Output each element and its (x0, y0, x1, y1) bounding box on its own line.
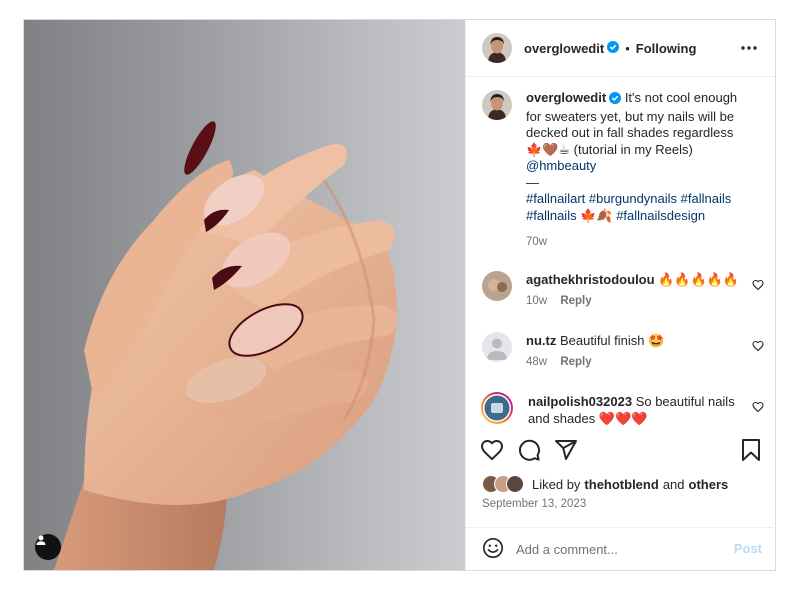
comment-text: 🔥🔥🔥🔥🔥 (658, 272, 740, 287)
post-comment-button[interactable]: Post (734, 541, 762, 556)
caption-author-username[interactable]: overglowedit (526, 90, 606, 105)
emoji-icon (483, 537, 503, 558)
post-header: overglowedit • Following (466, 20, 775, 77)
author-username[interactable]: overglowedit (524, 41, 604, 56)
comment-input[interactable] (516, 541, 726, 557)
commenter-avatar[interactable] (482, 271, 512, 301)
share-icon (555, 440, 577, 460)
user-tag-button[interactable] (35, 534, 61, 560)
like-button[interactable] (479, 437, 505, 463)
share-button[interactable] (553, 437, 579, 463)
caption-mention-link[interactable]: @hmbeauty (526, 158, 744, 175)
likes-joiner: and (662, 476, 685, 492)
commenter-avatar-story-ring[interactable] (480, 391, 514, 425)
comment-item: nailpolish032023 So beautiful nails and … (480, 391, 766, 427)
heart-icon (752, 401, 764, 413)
caption-hashtags-line2b[interactable]: #fallnailsdesign (616, 208, 705, 223)
comment-age[interactable]: 48w (526, 356, 547, 368)
comment-button[interactable] (516, 437, 542, 463)
comment-username[interactable]: nu.tz (526, 333, 556, 348)
likes-prefix: Liked by (532, 476, 581, 492)
bookmark-icon (742, 439, 760, 461)
action-bar (466, 433, 776, 473)
liked-by-user-link[interactable]: thehotblend (584, 477, 658, 492)
instagram-post: overglowedit • Following overglowedit It… (23, 19, 776, 571)
emoji-button[interactable] (482, 537, 504, 562)
verified-badge-icon (607, 40, 620, 56)
hand-with-nails-photo (54, 121, 398, 570)
comment-body: agathekhristodoulou 🔥🔥🔥🔥🔥 10w Reply (526, 271, 748, 310)
add-comment-bar: Post (466, 527, 776, 570)
heart-icon (480, 439, 504, 461)
comment-body: nailpolish032023 So beautiful nails and … (528, 393, 750, 427)
caption-hashtags-line2a[interactable]: #fallnails 🍁🍂 (526, 208, 613, 223)
liker-avatar (506, 475, 524, 493)
likes-others-link[interactable]: others (689, 477, 729, 492)
more-options-button[interactable] (739, 38, 759, 58)
comment-like-button[interactable] (752, 401, 764, 416)
comment-like-button[interactable] (752, 340, 764, 355)
liker-avatars[interactable] (482, 475, 524, 493)
comment-age[interactable]: 10w (526, 295, 547, 307)
reply-button[interactable]: Reply (560, 356, 591, 368)
following-button[interactable]: Following (636, 41, 697, 56)
caption-hashtags-line1[interactable]: #fallnailart #burgundynails #fallnails (526, 191, 744, 208)
comment-username[interactable]: nailpolish032023 (528, 394, 632, 409)
caption: overglowedit It's not cool enough for sw… (482, 90, 760, 251)
comment-text: Beautiful finish 🤩 (559, 333, 665, 348)
save-button[interactable] (738, 437, 764, 463)
user-tag-icon (36, 535, 46, 545)
caption-divider: — (526, 174, 539, 190)
post-date[interactable]: September 13, 2023 (482, 498, 586, 510)
more-options-icon (741, 46, 757, 50)
caption-age[interactable]: 70w (526, 234, 744, 251)
comment-username[interactable]: agathekhristodoulou (526, 272, 655, 287)
post-image[interactable] (24, 20, 465, 570)
heart-icon (752, 340, 764, 352)
header-separator: • (625, 40, 630, 56)
heart-icon (752, 279, 764, 291)
likes-summary: Liked by thehotblend and others (482, 475, 728, 493)
comment-like-button[interactable] (752, 279, 764, 294)
verified-badge-icon (609, 92, 622, 109)
commenter-avatar[interactable] (482, 332, 512, 362)
post-side-panel: overglowedit • Following overglowedit It… (465, 20, 776, 570)
caption-author-avatar[interactable] (482, 90, 512, 120)
comment-item: nu.tz Beautiful finish 🤩 48w Reply (482, 332, 766, 371)
caption-body: overglowedit It's not cool enough for sw… (526, 90, 744, 251)
reply-button[interactable]: Reply (560, 295, 591, 307)
comment-item: agathekhristodoulou 🔥🔥🔥🔥🔥 10w Reply (482, 271, 766, 310)
author-avatar[interactable] (482, 33, 512, 63)
comment-icon (518, 439, 540, 461)
comments-scroll-area[interactable]: overglowedit It's not cool enough for sw… (466, 78, 776, 442)
comment-body: nu.tz Beautiful finish 🤩 48w Reply (526, 332, 748, 371)
